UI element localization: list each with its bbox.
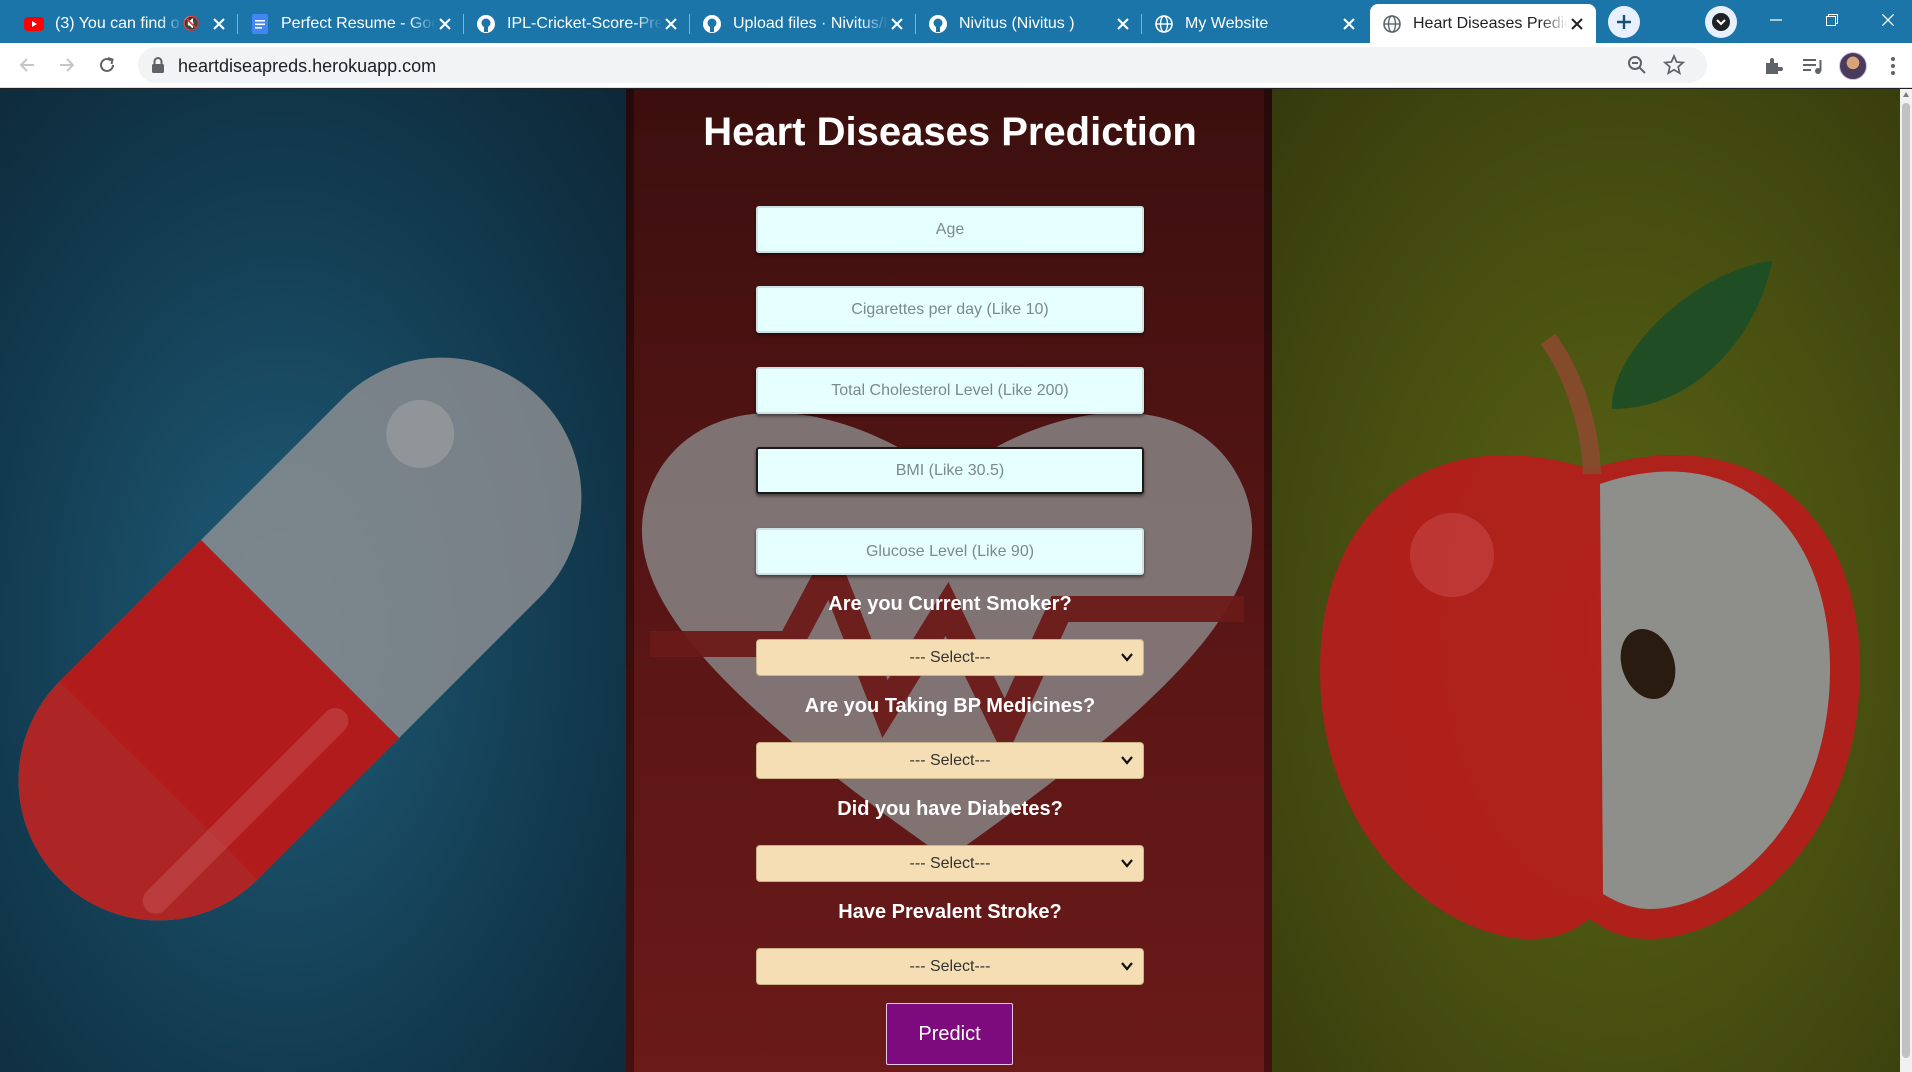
profile-avatar[interactable] (1839, 52, 1867, 80)
close-tab-icon[interactable] (662, 15, 680, 33)
close-window-button[interactable] (1864, 0, 1912, 40)
diabetes-question-label: Did you have Diabetes? (837, 798, 1063, 820)
tab-search-button[interactable] (1705, 6, 1737, 38)
github-icon (928, 14, 948, 34)
diabetes-select[interactable]: --- Select--- (756, 845, 1144, 882)
tab-title: My Website (1185, 14, 1269, 32)
close-tab-icon[interactable] (210, 15, 228, 33)
tab-youtube[interactable]: (3) You can find o 🔇 (12, 4, 238, 43)
zoom-icon[interactable] (1627, 55, 1647, 75)
smoker-select-value: --- Select--- (909, 648, 991, 666)
tab-heart-diseases[interactable]: Heart Diseases Predict (1370, 4, 1596, 43)
tab-github-ipl[interactable]: IPL-Cricket-Score-Pre (464, 4, 690, 43)
close-tab-icon[interactable] (1114, 15, 1132, 33)
lock-icon[interactable] (151, 57, 165, 73)
cigarettes-per-day-input[interactable] (756, 286, 1144, 333)
new-tab-button[interactable] (1608, 6, 1640, 38)
smoker-question-label: Are you Current Smoker? (828, 593, 1072, 615)
close-tab-icon[interactable] (1568, 15, 1586, 33)
smoker-select[interactable]: --- Select--- (756, 639, 1144, 676)
predict-button[interactable]: Predict (886, 1003, 1013, 1065)
restore-icon (1826, 14, 1838, 26)
speaker-muted-icon[interactable]: 🔇 (183, 15, 200, 32)
minimize-button[interactable] (1752, 0, 1800, 40)
browser-toolbar: heartdiseapreds.herokuapp.com (0, 43, 1912, 88)
chevron-down-icon (1121, 756, 1133, 765)
tab-title: Nivitus (Nivitus ) (959, 14, 1075, 32)
restore-button[interactable] (1808, 0, 1856, 40)
plus-icon (1617, 15, 1631, 29)
tab-title: Upload files · Nivitus/I (733, 14, 888, 32)
forward-button[interactable] (52, 50, 82, 80)
github-icon (702, 14, 722, 34)
bp-medicines-select-value: --- Select--- (909, 751, 991, 769)
bp-medicines-select[interactable]: --- Select--- (756, 742, 1144, 779)
bookmark-star-icon[interactable] (1663, 54, 1685, 76)
playlist-music-icon (1803, 59, 1822, 74)
glucose-input[interactable] (756, 528, 1144, 575)
page-content: Heart Diseases Prediction Are you Curren… (0, 89, 1900, 1072)
tab-title: (3) You can find o (55, 14, 180, 32)
tab-my-website[interactable]: My Website (1142, 4, 1368, 43)
tab-title: Heart Diseases Predict (1413, 14, 1568, 32)
bp-medicines-question-label: Are you Taking BP Medicines? (804, 695, 1096, 717)
chevron-down-icon (1121, 653, 1133, 662)
browser-titlebar: (3) You can find o 🔇 Perfect Resume - Go… (0, 0, 1912, 43)
arrow-right-icon (60, 58, 75, 72)
back-button[interactable] (12, 50, 42, 80)
tab-title: IPL-Cricket-Score-Pre (507, 14, 662, 32)
chevron-down-icon (1712, 13, 1730, 31)
address-bar[interactable]: heartdiseapreds.herokuapp.com (138, 47, 1707, 83)
reload-icon (100, 57, 114, 72)
chevron-down-icon (1121, 859, 1133, 868)
chevron-down-icon (1121, 962, 1133, 971)
diabetes-select-value: --- Select--- (909, 854, 991, 872)
close-tab-icon[interactable] (1340, 15, 1358, 33)
media-control-button[interactable] (1800, 53, 1826, 79)
bmi-input[interactable] (756, 447, 1144, 494)
close-tab-icon[interactable] (888, 15, 906, 33)
stroke-select-value: --- Select--- (909, 957, 991, 975)
chrome-menu-button[interactable] (1880, 53, 1906, 79)
puzzle-icon (1766, 58, 1783, 74)
close-tab-icon[interactable] (436, 15, 454, 33)
page-scrollbar[interactable] (1900, 89, 1912, 1072)
youtube-icon (24, 14, 44, 34)
url-text: heartdiseapreds.herokuapp.com (178, 56, 437, 76)
extensions-button[interactable] (1760, 53, 1786, 79)
scroll-up-arrow-icon[interactable] (1903, 92, 1909, 97)
tab-github-upload[interactable]: Upload files · Nivitus/I (690, 4, 916, 43)
close-icon (1882, 14, 1894, 26)
reload-button[interactable] (92, 50, 122, 80)
tab-github-profile[interactable]: Nivitus (Nivitus ) (916, 4, 1142, 43)
scrollbar-thumb[interactable] (1902, 103, 1910, 1058)
pill-illustration (18, 357, 582, 921)
cholesterol-input[interactable] (756, 367, 1144, 414)
tab-title: Perfect Resume - Goo (281, 14, 436, 32)
google-docs-icon (250, 13, 270, 34)
stroke-question-label: Have Prevalent Stroke? (838, 901, 1062, 923)
page-title: Heart Diseases Prediction (703, 110, 1197, 154)
tab-google-docs[interactable]: Perfect Resume - Goo (238, 4, 464, 43)
age-input[interactable] (756, 206, 1144, 253)
globe-icon (1382, 14, 1402, 34)
github-icon (476, 14, 496, 34)
arrow-left-icon (19, 58, 34, 72)
globe-icon (1154, 14, 1174, 34)
kebab-menu-icon (1891, 57, 1895, 75)
stroke-select[interactable]: --- Select--- (756, 948, 1144, 985)
minimize-icon (1770, 19, 1782, 21)
